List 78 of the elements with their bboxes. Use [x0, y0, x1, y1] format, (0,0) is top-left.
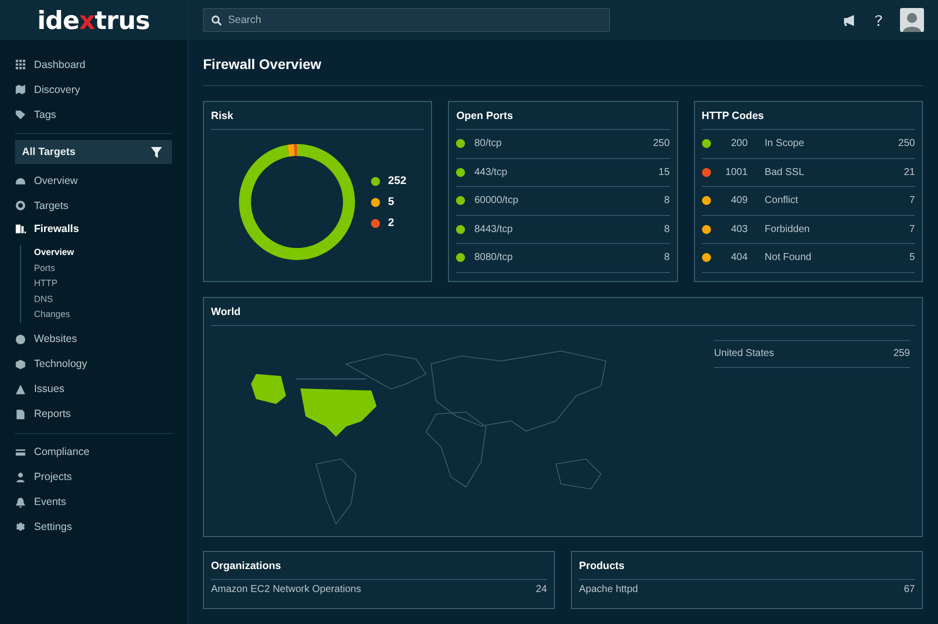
port-label: 8443/tcp [474, 224, 514, 235]
legend-label: 5 [388, 196, 394, 208]
card-title: Organizations [211, 552, 547, 580]
port-label: 443/tcp [474, 166, 508, 178]
subnav-item[interactable]: Overview [34, 245, 172, 260]
gear-icon [15, 522, 26, 532]
count: 7 [909, 195, 915, 206]
card-title: Open Ports [456, 102, 670, 130]
code-label: Forbidden [764, 224, 811, 235]
count: 15 [658, 166, 670, 178]
card-title: HTTP Codes [702, 102, 915, 130]
subnav-item[interactable]: Ports [34, 260, 172, 276]
code-label: Bad SSL [764, 166, 806, 178]
nav-item[interactable]: Technology [15, 352, 172, 376]
nav-item[interactable]: Firewalls [15, 218, 172, 245]
legend-label: 2 [388, 217, 394, 229]
count: 5 [909, 252, 915, 264]
count: 8 [664, 252, 670, 264]
nav-item[interactable]: Events [15, 490, 172, 514]
nav-item[interactable]: Tags [15, 102, 172, 127]
warning-icon [15, 384, 26, 394]
nav-item[interactable]: Compliance [15, 440, 172, 464]
nav-item[interactable]: Overview [15, 168, 172, 193]
subnav-item[interactable]: Changes [34, 307, 172, 322]
target-icon [15, 200, 26, 211]
status-code: 200 [730, 138, 748, 150]
subnav-item[interactable]: HTTP [34, 276, 172, 292]
cube-icon [15, 358, 26, 370]
status-code: 409 [730, 195, 748, 206]
target-filter[interactable]: All Targets [15, 140, 172, 164]
document-icon [15, 408, 26, 420]
status-code: 1001 [724, 166, 748, 178]
count: 259 [893, 348, 910, 359]
subnav-item[interactable]: DNS [34, 292, 172, 307]
filter-icon [151, 146, 162, 158]
country-name: United States [714, 348, 776, 359]
count: 250 [898, 138, 915, 150]
nav-item[interactable]: Settings [15, 514, 172, 540]
count: 21 [904, 166, 915, 178]
tag-icon [15, 109, 26, 120]
grid-icon [15, 59, 26, 70]
help-icon[interactable] [874, 14, 883, 26]
card-title: Risk [211, 102, 424, 130]
count: 250 [652, 138, 670, 150]
logo: idextrus [37, 6, 150, 34]
code-label: Not Found [764, 252, 812, 264]
avatar-icon[interactable] [900, 8, 924, 32]
count: 8 [664, 195, 670, 206]
port-label: 8080/tcp [474, 252, 514, 264]
search-field[interactable]: Search [203, 8, 610, 32]
organization-name: Amazon EC2 Network Operations [211, 584, 362, 595]
legend-label: 252 [388, 175, 406, 187]
card-title: World [211, 298, 915, 326]
card-title: Products [579, 552, 915, 580]
status-code: 404 [730, 252, 748, 264]
code-label: In Scope [764, 138, 806, 150]
nav-item[interactable]: Targets [15, 193, 172, 218]
nav-item[interactable]: Reports [15, 402, 172, 426]
card-icon [15, 446, 26, 458]
nav-item[interactable]: Issues [15, 376, 172, 402]
count: 8 [664, 224, 670, 235]
nav-item[interactable]: Projects [15, 464, 172, 490]
port-label: 60000/tcp [474, 195, 520, 206]
count: 7 [909, 224, 915, 235]
person-icon [15, 472, 26, 482]
megaphone-icon[interactable] [843, 14, 857, 26]
nav-item[interactable]: Discovery [15, 77, 172, 102]
nav-item[interactable]: Websites [15, 326, 172, 352]
nav-item[interactable]: Dashboard [15, 52, 172, 77]
status-code: 403 [730, 224, 748, 235]
bell-icon [15, 496, 26, 508]
count: 24 [536, 584, 547, 595]
map-icon [15, 84, 26, 95]
count: 67 [904, 584, 915, 595]
port-label: 80/tcp [474, 138, 503, 150]
product-name: Apache httpd [579, 584, 639, 595]
page-title: Firewall Overview [203, 40, 923, 86]
code-label: Conflict [764, 195, 800, 206]
